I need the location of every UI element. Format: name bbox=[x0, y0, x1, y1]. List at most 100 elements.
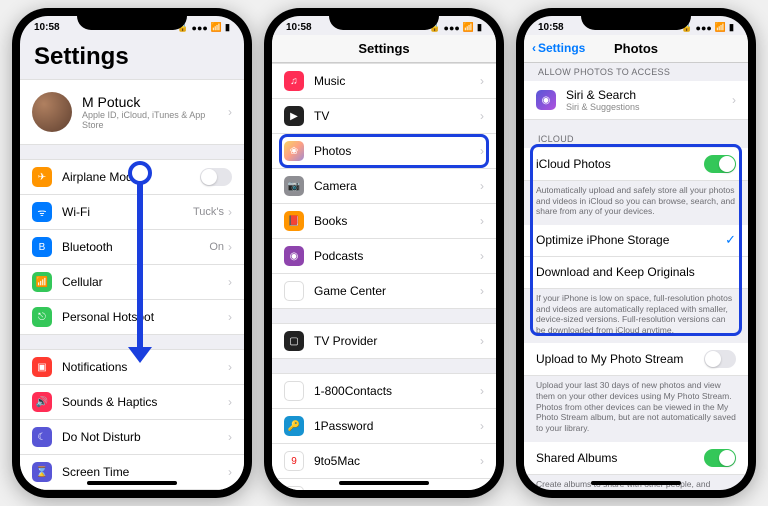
settings-row-cellular[interactable]: 📶 Cellular› bbox=[20, 265, 244, 300]
signal-icon: ●●● bbox=[696, 23, 712, 33]
notch bbox=[77, 8, 187, 30]
row-label: 1Password bbox=[314, 419, 480, 433]
settings-row-podcasts[interactable]: ◉Podcasts› bbox=[272, 239, 496, 274]
settings-row-photos[interactable]: ❀ Photos› bbox=[272, 134, 496, 169]
row-label: Notifications bbox=[62, 360, 228, 374]
row-label: Cellular bbox=[62, 275, 228, 289]
settings-row-do-not-disturb[interactable]: ☾Do Not Disturb› bbox=[20, 420, 244, 455]
chevron-right-icon: › bbox=[480, 144, 484, 158]
group-header-allow: ALLOW PHOTOS TO ACCESS bbox=[524, 63, 748, 81]
1password-icon: 🔑 bbox=[284, 416, 304, 436]
photo-stream-row[interactable]: Upload to My Photo Stream bbox=[524, 343, 748, 376]
shared-albums-row[interactable]: Shared Albums bbox=[524, 442, 748, 475]
chevron-right-icon: › bbox=[732, 93, 736, 107]
chevron-right-icon: › bbox=[228, 240, 232, 254]
chevron-right-icon: › bbox=[228, 275, 232, 289]
signal-icon: ●●● bbox=[444, 23, 460, 33]
optimize-storage-row[interactable]: Optimize iPhone Storage ✓ bbox=[524, 225, 748, 257]
sounds-haptics-icon: 🔊 bbox=[32, 392, 52, 412]
settings-row-game-center[interactable]: ✦Game Center› bbox=[272, 274, 496, 309]
settings-row-music[interactable]: ♫Music› bbox=[272, 63, 496, 99]
chevron-left-icon: ‹ bbox=[532, 41, 536, 55]
chevron-right-icon: › bbox=[480, 179, 484, 193]
profile-name: M Potuck bbox=[82, 94, 228, 110]
phone-2: 10:58 🔒 ●●● 📶 ▮ Settings ♫Music›▶TV›❀Pho… bbox=[264, 8, 504, 498]
signal-icon: ●●● bbox=[192, 23, 208, 33]
settings-row-tv-provider[interactable]: ▢TV Provider› bbox=[272, 323, 496, 359]
settings-row-books[interactable]: 📕Books› bbox=[272, 204, 496, 239]
settings-row-personal-hotspot[interactable]: ⎋Personal Hotspot› bbox=[20, 300, 244, 335]
airplane-mode-icon: ✈︎ bbox=[32, 167, 52, 187]
home-indicator[interactable] bbox=[87, 481, 177, 485]
chevron-right-icon: › bbox=[480, 284, 484, 298]
settings-row-sounds-haptics[interactable]: 🔊 Sounds & Haptics› bbox=[20, 385, 244, 420]
profile-row[interactable]: M Potuck Apple ID, iCloud, iTunes & App … bbox=[20, 79, 244, 145]
screen-2: 10:58 🔒 ●●● 📶 ▮ Settings ♫Music›▶TV›❀Pho… bbox=[272, 16, 496, 490]
icloud-photos-row[interactable]: iCloud Photos bbox=[524, 148, 748, 181]
photos-icon: ❀ bbox=[284, 141, 304, 161]
shared-albums-toggle[interactable] bbox=[704, 449, 736, 467]
airbnb-icon: ⌂ bbox=[284, 486, 304, 490]
icloud-photos-toggle[interactable] bbox=[704, 155, 736, 173]
notch bbox=[329, 8, 439, 30]
chevron-right-icon: › bbox=[228, 310, 232, 324]
chevron-right-icon: › bbox=[480, 109, 484, 123]
settings-row-wi-fi[interactable]: ᯤWi-FiTuck's› bbox=[20, 195, 244, 230]
notch bbox=[581, 8, 691, 30]
wifi-icon: 📶 bbox=[463, 22, 474, 33]
download-originals-row[interactable]: Download and Keep Originals bbox=[524, 257, 748, 289]
row-label: Screen Time bbox=[62, 465, 228, 479]
wifi-icon: 📶 bbox=[211, 22, 222, 33]
avatar bbox=[32, 92, 72, 132]
chevron-right-icon: › bbox=[228, 430, 232, 444]
row-value: On bbox=[209, 241, 224, 253]
siri-search-row[interactable]: ◉ Siri & Search Siri & Suggestions › bbox=[524, 81, 748, 120]
settings-row-1password[interactable]: 🔑 1Password› bbox=[272, 409, 496, 444]
9to5mac-icon: 9 bbox=[284, 451, 304, 471]
group-header-icloud: ICLOUD bbox=[524, 130, 748, 148]
chevron-right-icon: › bbox=[228, 395, 232, 409]
settings-row-bluetooth[interactable]: BBluetoothOn› bbox=[20, 230, 244, 265]
settings-row-notifications[interactable]: ▣Notifications› bbox=[20, 349, 244, 385]
settings-row-camera[interactable]: 📷Camera› bbox=[272, 169, 496, 204]
game-center-icon: ✦ bbox=[284, 281, 304, 301]
screen-1: 10:58 🔒 ●●● 📶 ▮ Settings M Potuck Apple … bbox=[20, 16, 244, 490]
photo-stream-toggle[interactable] bbox=[704, 350, 736, 368]
settings-row-1-800contacts[interactable]: 👁1-800Contacts› bbox=[272, 373, 496, 409]
row-label: Wi-Fi bbox=[62, 205, 193, 219]
row-value: Tuck's bbox=[193, 206, 224, 218]
back-button[interactable]: ‹ Settings bbox=[532, 41, 585, 55]
chevron-right-icon: › bbox=[480, 74, 484, 88]
screen-time-icon: ⌛ bbox=[32, 462, 52, 482]
settings-row-tv[interactable]: ▶TV› bbox=[272, 99, 496, 134]
battery-icon: ▮ bbox=[729, 22, 734, 33]
cellular-icon: 📶 bbox=[32, 272, 52, 292]
tv-icon: ▶ bbox=[284, 106, 304, 126]
toggle[interactable] bbox=[200, 168, 232, 186]
optimize-footer: If your iPhone is low on space, full-res… bbox=[524, 289, 748, 344]
row-label: TV Provider bbox=[314, 334, 480, 348]
row-label: Podcasts bbox=[314, 249, 480, 263]
chevron-right-icon: › bbox=[228, 105, 232, 119]
row-label: Sounds & Haptics bbox=[62, 395, 228, 409]
photo-stream-footer: Upload your last 30 days of new photos a… bbox=[524, 376, 748, 441]
chevron-right-icon: › bbox=[480, 419, 484, 433]
screen-3: 10:58 🔒 ●●● 📶 ▮ ‹ Settings Photos ALLOW … bbox=[524, 16, 748, 490]
wifi-icon: 📶 bbox=[715, 22, 726, 33]
home-indicator[interactable] bbox=[591, 481, 681, 485]
1-800contacts-icon: 👁 bbox=[284, 381, 304, 401]
notifications-icon: ▣ bbox=[32, 357, 52, 377]
home-indicator[interactable] bbox=[339, 481, 429, 485]
status-time: 10:58 bbox=[34, 22, 60, 33]
page-title: ‹ Settings Photos bbox=[524, 35, 748, 63]
page-title: Settings bbox=[272, 35, 496, 63]
tv-provider-icon: ▢ bbox=[284, 331, 304, 351]
settings-row-9to5mac[interactable]: 99to5Mac› bbox=[272, 444, 496, 479]
settings-row-airplane-mode[interactable]: ✈︎ Airplane Mode bbox=[20, 159, 244, 195]
row-label: Camera bbox=[314, 179, 480, 193]
profile-sub: Apple ID, iCloud, iTunes & App Store bbox=[82, 110, 228, 130]
row-label: Airplane Mode bbox=[62, 170, 200, 184]
row-label: Personal Hotspot bbox=[62, 310, 228, 324]
row-label: Photos bbox=[314, 144, 480, 158]
row-label: Bluetooth bbox=[62, 240, 209, 254]
